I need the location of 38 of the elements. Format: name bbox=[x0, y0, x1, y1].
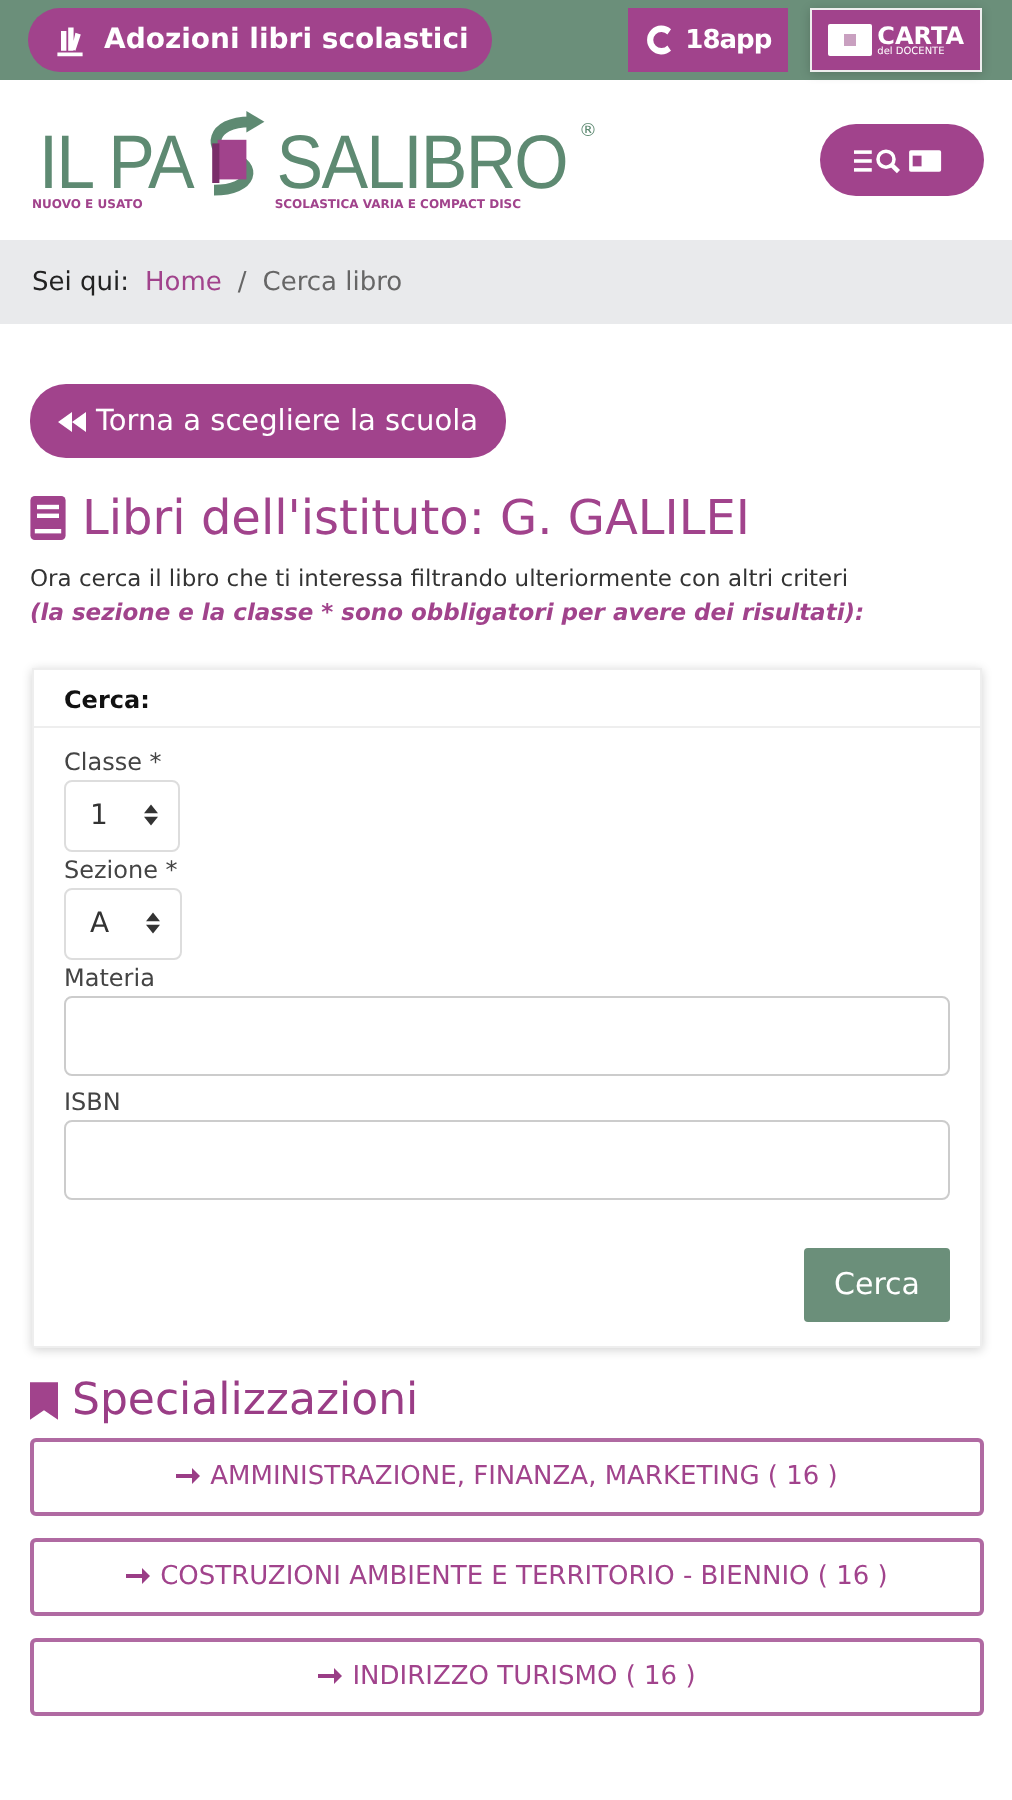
sort-icon bbox=[143, 804, 158, 826]
select-field[interactable]: A bbox=[64, 887, 182, 959]
field-label: Sezione * bbox=[64, 855, 178, 883]
registered-mark: ® bbox=[578, 121, 597, 141]
input-field[interactable] bbox=[64, 1119, 950, 1199]
right-arrow-icon bbox=[176, 1466, 201, 1486]
right-arrow-icon bbox=[126, 1566, 151, 1586]
book-icon bbox=[30, 496, 66, 540]
field-label: Materia bbox=[64, 963, 155, 991]
search-button[interactable]: Cerca bbox=[804, 1247, 950, 1321]
required-note: (la sezione e la classe * sono obbligatori per avere dei risultati): bbox=[30, 596, 867, 631]
breadcrumb-separator: / bbox=[237, 267, 247, 297]
sort-icon bbox=[145, 912, 160, 934]
breadcrumb-current: Cerca libro bbox=[262, 267, 403, 297]
select-field[interactable]: 1 bbox=[64, 779, 180, 851]
section-heading: Specializzazioni bbox=[72, 1375, 419, 1425]
logo-text: IL PA bbox=[38, 125, 193, 201]
field-label: Classe * bbox=[64, 747, 162, 775]
books-icon bbox=[52, 22, 88, 58]
specialization-button[interactable]: COSTRUZIONI AMBIENTE E TERRITORIO - BIENNIO ( 16 ) bbox=[30, 1537, 984, 1615]
breadcrumb-label: Sei qui: bbox=[32, 267, 129, 297]
logo-text: SALIBRO bbox=[276, 125, 567, 201]
page-heading: Libri dell'istituto: G. GALILEI bbox=[82, 490, 750, 546]
adoptions-button[interactable]: Adozioni libri scolastici bbox=[28, 8, 493, 72]
double-left-arrow-icon bbox=[58, 411, 86, 431]
app-badge[interactable]: 18app bbox=[627, 8, 788, 72]
menu-button[interactable] bbox=[820, 124, 984, 196]
bookmark-icon bbox=[30, 1381, 58, 1419]
back-button[interactable]: Torna a scegliere la scuola bbox=[30, 384, 506, 458]
field-label: ISBN bbox=[64, 1087, 121, 1115]
card-title: Cerca: bbox=[64, 685, 150, 713]
specialization-button[interactable]: AMMINISTRAZIONE, FINANZA, MARKETING ( 16 ) bbox=[30, 1437, 984, 1515]
card-icon bbox=[827, 24, 872, 56]
specialization-button[interactable]: INDIRIZZO TURISMO ( 16 ) bbox=[30, 1637, 984, 1715]
intro-text: Ora cerca il libro che ti interessa filtrando ulteriormente con altri criteri bbox=[30, 562, 851, 596]
right-arrow-icon bbox=[318, 1666, 343, 1686]
breadcrumb-link[interactable]: Home bbox=[144, 267, 222, 297]
input-field[interactable] bbox=[64, 995, 950, 1075]
